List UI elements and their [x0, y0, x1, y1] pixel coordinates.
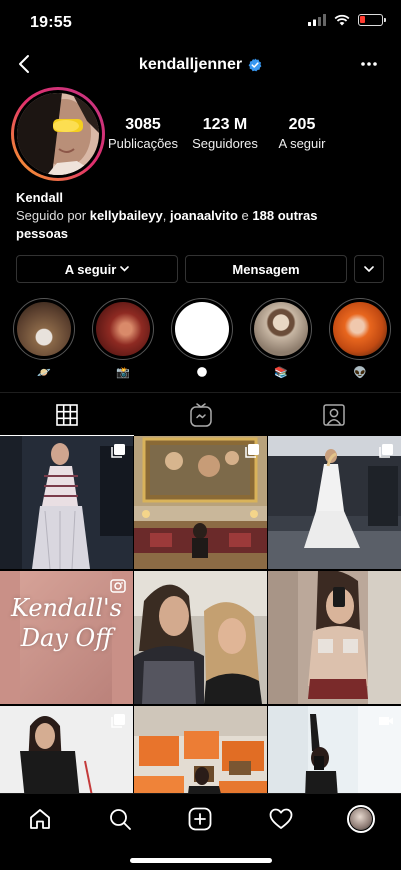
followed-suffix: pessoas [16, 226, 69, 241]
carousel-icon [245, 444, 259, 458]
profile-avatar-story-ring[interactable] [11, 87, 105, 181]
carousel-icon [379, 444, 393, 458]
highlight-item[interactable]: 📚 [250, 298, 312, 380]
battery-icon [358, 14, 386, 26]
status-time: 19:55 [30, 14, 72, 31]
profile-avatar [17, 93, 99, 175]
message-button-label: Mensagem [232, 261, 300, 277]
followed-user-2[interactable]: joanaalvito [170, 208, 238, 223]
stat-following[interactable]: 205 A seguir [272, 116, 332, 151]
chevron-down-icon [364, 266, 374, 272]
posts-grid: Kendall's Day Off [0, 436, 401, 839]
stat-posts-label: Publicações [107, 136, 179, 151]
following-button[interactable]: A seguir [16, 255, 178, 283]
profile-stats: 3085 Publicações 123 M Seguidores 205 A … [108, 116, 400, 151]
highlight-item[interactable]: 📸 [92, 298, 154, 380]
highlight-item[interactable]: 🪐 [13, 298, 75, 380]
post-thumbnail[interactable] [0, 436, 133, 569]
post-thumbnail[interactable] [268, 436, 401, 569]
search-tab[interactable] [106, 805, 134, 833]
status-icons [308, 14, 386, 26]
highlight-label: 📸 [116, 367, 130, 379]
highlight-label: 📚 [274, 367, 288, 379]
stat-posts[interactable]: 3085 Publicações [104, 116, 182, 151]
igtv-icon [189, 402, 212, 427]
stat-followers-label: Seguidores [192, 136, 258, 151]
tab-tagged[interactable] [267, 393, 401, 436]
signal-icon [308, 14, 326, 26]
highlight-cover [17, 302, 71, 356]
highlight-label: 👽 [353, 367, 367, 379]
carousel-icon [111, 714, 125, 728]
tab-igtv[interactable] [134, 393, 268, 436]
highlight-label: 🪐 [37, 367, 51, 379]
followed-prefix: Seguido por [16, 208, 87, 223]
followed-and: e [241, 208, 249, 223]
tab-posts-grid[interactable] [0, 393, 134, 436]
highlight-label: 🌑 [196, 367, 208, 379]
stat-following-value: 205 [288, 116, 316, 133]
following-button-label: A seguir [64, 261, 117, 277]
highlight-cover [96, 302, 150, 356]
video-icon [379, 717, 393, 725]
followed-others-count[interactable]: 188 outras [252, 208, 317, 223]
new-post-icon [189, 807, 212, 831]
stat-following-label: A seguir [278, 136, 326, 151]
chevron-down-icon [120, 266, 130, 272]
post-thumbnail[interactable]: Kendall's Day Off [0, 571, 133, 704]
suggested-accounts-button[interactable] [354, 255, 384, 283]
followed-by-text[interactable]: Seguido por kellybaileyy, joanaalvito e … [16, 207, 386, 243]
profile-header: kendalljenner [0, 46, 401, 84]
status-bar: 19:55 [0, 0, 401, 46]
verified-badge-icon [248, 58, 262, 72]
post-image [134, 571, 267, 704]
highlight-item[interactable]: 👽 [329, 298, 391, 380]
heart-icon [269, 808, 293, 829]
profile-content-tabs [0, 392, 401, 436]
stat-followers-value: 123 M [202, 116, 248, 133]
home-icon [30, 809, 50, 829]
activity-tab[interactable] [267, 805, 295, 833]
avatar-photo [17, 93, 99, 175]
highlight-cover [254, 302, 308, 356]
more-dots-icon [361, 62, 377, 66]
story-highlights: 🪐 📸 🌑 📚 👽 [13, 298, 401, 380]
home-tab[interactable] [26, 805, 54, 833]
profile-actions: A seguir Mensagem [16, 255, 386, 283]
post-thumbnail[interactable] [134, 571, 267, 704]
highlight-cover [333, 302, 387, 356]
post-thumbnail[interactable] [134, 436, 267, 569]
post-thumbnail[interactable] [268, 571, 401, 704]
highlight-cover [175, 302, 229, 356]
home-indicator [130, 858, 272, 863]
username-title: kendalljenner [0, 56, 401, 74]
profile-bio: Kendall Seguido por kellybaileyy, joanaa… [16, 189, 386, 243]
stat-followers[interactable]: 123 M Seguidores [188, 116, 262, 151]
message-button[interactable]: Mensagem [185, 255, 347, 283]
profile-avatar [346, 805, 375, 833]
more-options-button[interactable] [357, 54, 381, 74]
username: kendalljenner [138, 56, 243, 73]
post-image [268, 571, 401, 704]
followed-user-1[interactable]: kellybaileyy [90, 208, 163, 223]
profile-tab[interactable] [346, 805, 375, 833]
followed-separator: , [162, 208, 167, 223]
search-icon [110, 809, 132, 830]
highlight-item[interactable]: 🌑 [171, 298, 233, 380]
wifi-icon [334, 14, 350, 26]
new-post-tab[interactable] [186, 805, 214, 833]
display-name: Kendall [16, 190, 63, 205]
carousel-icon [111, 444, 125, 458]
video-icon [110, 579, 126, 593]
tagged-icon [323, 403, 345, 426]
battery-level [360, 16, 365, 23]
grid-icon [56, 403, 78, 426]
stat-posts-value: 3085 [125, 116, 161, 133]
post-overlay-text: Kendall's Day Off [11, 594, 122, 652]
